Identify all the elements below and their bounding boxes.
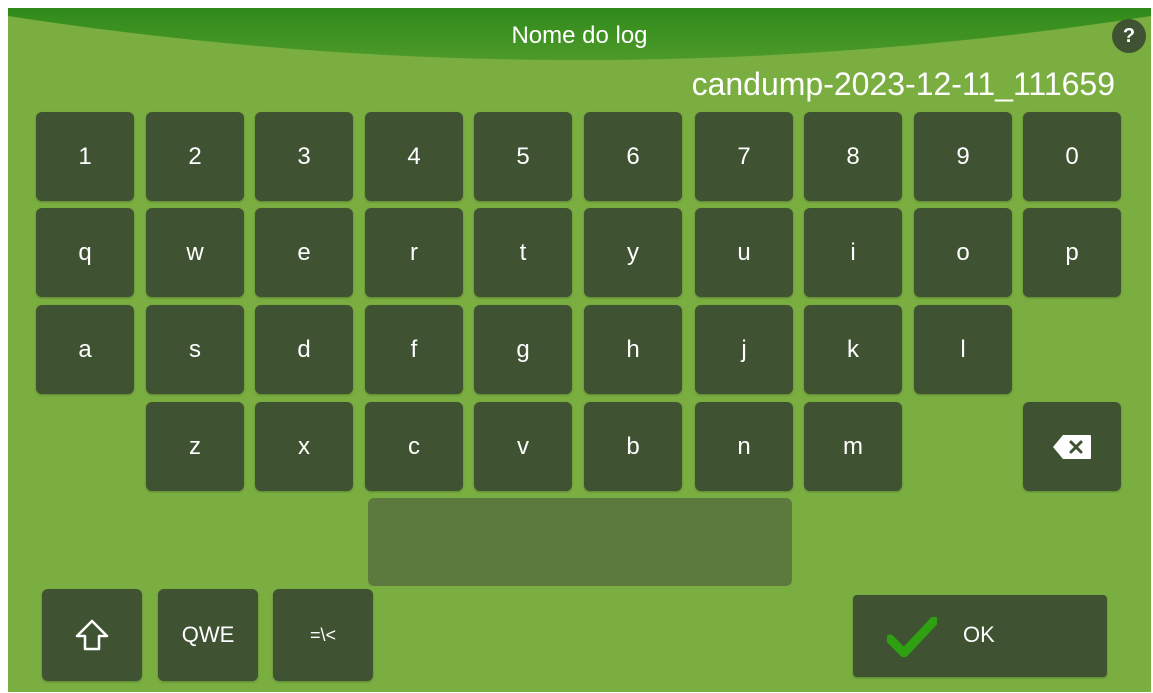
key-x[interactable]: x — [255, 402, 353, 491]
key-q[interactable]: q — [36, 208, 134, 297]
key-s[interactable]: s — [146, 305, 244, 394]
backspace-button[interactable] — [1023, 402, 1121, 491]
key-t[interactable]: t — [474, 208, 572, 297]
key-m[interactable]: m — [804, 402, 902, 491]
ok-button[interactable]: OK — [853, 595, 1107, 677]
key-7[interactable]: 7 — [695, 112, 793, 201]
help-icon: ? — [1122, 24, 1136, 47]
key-k[interactable]: k — [804, 305, 902, 394]
key-9[interactable]: 9 — [914, 112, 1012, 201]
keyboard-dialog: Nome do log ? candump-2023-12-11_111659 … — [8, 8, 1151, 692]
key-8[interactable]: 8 — [804, 112, 902, 201]
key-n[interactable]: n — [695, 402, 793, 491]
key-v[interactable]: v — [474, 402, 572, 491]
help-button[interactable]: ? — [1112, 19, 1146, 53]
qwe-layout-button[interactable]: QWE — [158, 589, 258, 681]
key-c[interactable]: c — [365, 402, 463, 491]
shift-button[interactable] — [42, 589, 142, 681]
key-3[interactable]: 3 — [255, 112, 353, 201]
page-title: Nome do log — [511, 22, 648, 49]
key-r[interactable]: r — [365, 208, 463, 297]
key-j[interactable]: j — [695, 305, 793, 394]
key-d[interactable]: d — [255, 305, 353, 394]
key-0[interactable]: 0 — [1023, 112, 1121, 201]
key-l[interactable]: l — [914, 305, 1012, 394]
ok-label: OK — [963, 622, 995, 647]
key-6[interactable]: 6 — [584, 112, 682, 201]
key-u[interactable]: u — [695, 208, 793, 297]
key-2[interactable]: 2 — [146, 112, 244, 201]
key-g[interactable]: g — [474, 305, 572, 394]
key-p[interactable]: p — [1023, 208, 1121, 297]
key-z[interactable]: z — [146, 402, 244, 491]
key-a[interactable]: a — [36, 305, 134, 394]
key-h[interactable]: h — [584, 305, 682, 394]
key-b[interactable]: b — [584, 402, 682, 491]
key-w[interactable]: w — [146, 208, 244, 297]
backspace-icon — [1053, 434, 1091, 459]
title-bar: Nome do log ? — [8, 8, 1151, 72]
key-f[interactable]: f — [365, 305, 463, 394]
space-bar[interactable] — [368, 498, 792, 586]
symbols-button[interactable]: =\< — [273, 589, 373, 681]
key-y[interactable]: y — [584, 208, 682, 297]
shift-arrow-up-icon — [75, 619, 109, 651]
key-o[interactable]: o — [914, 208, 1012, 297]
key-5[interactable]: 5 — [474, 112, 572, 201]
key-e[interactable]: e — [255, 208, 353, 297]
key-1[interactable]: 1 — [36, 112, 134, 201]
key-4[interactable]: 4 — [365, 112, 463, 201]
checkmark-icon — [887, 617, 937, 657]
log-name-field[interactable]: candump-2023-12-11_111659 — [692, 66, 1115, 103]
key-i[interactable]: i — [804, 208, 902, 297]
